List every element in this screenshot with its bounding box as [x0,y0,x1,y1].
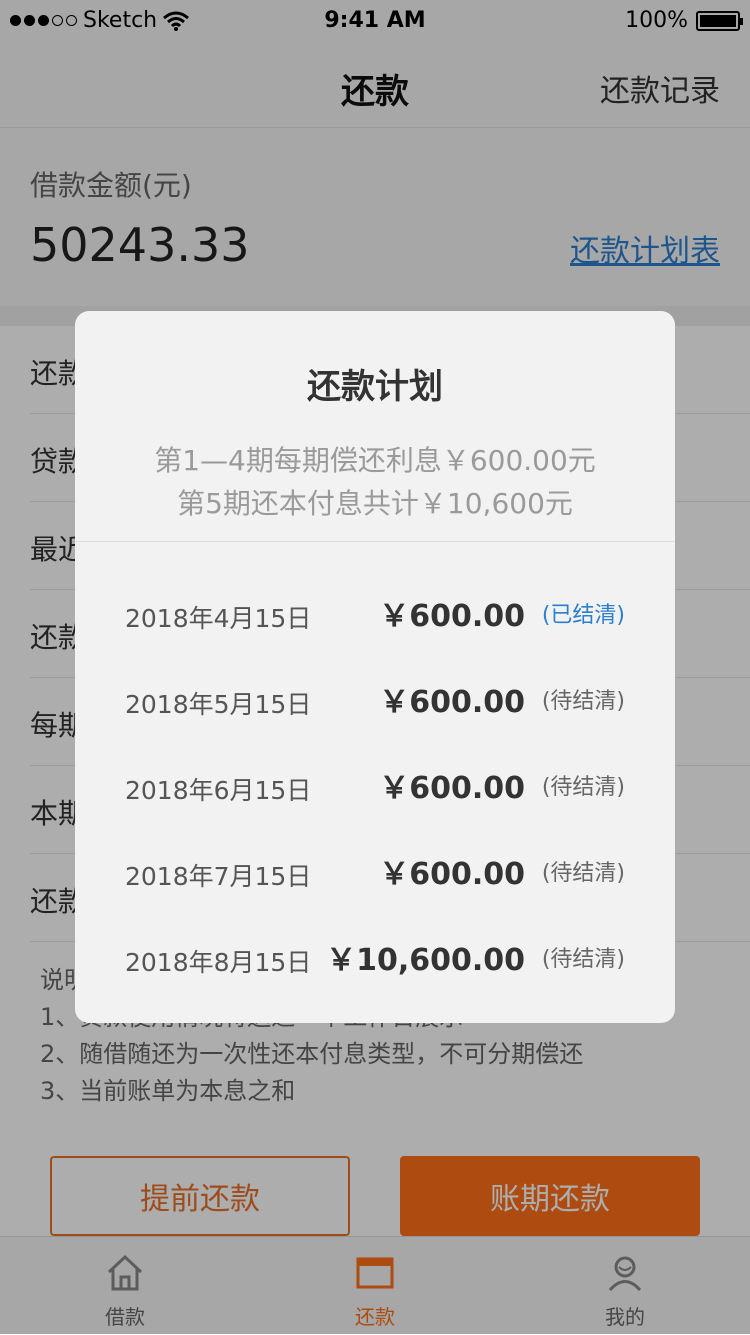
payment-status: (待结清) [541,689,625,714]
payment-amount: ￥600.00 [379,857,525,892]
payment-date: 2018年4月15日 [125,604,312,633]
payment-amount: ￥10,600.00 [326,943,525,978]
payment-date: 2018年8月15日 [125,948,312,977]
payment-amount: ￥600.00 [379,771,525,806]
payment-row: 2018年6月15日 ￥600.00 (待结清) [125,763,625,807]
payment-date: 2018年5月15日 [125,690,312,719]
payment-amount: ￥600.00 [379,685,525,720]
payment-date: 2018年6月15日 [125,776,312,805]
modal-title: 还款计划 [307,367,443,407]
modal-subtitle-line2: 第5期还本付息共计￥10,600元 [177,487,573,520]
payment-date: 2018年7月15日 [125,862,312,891]
payment-row: 2018年5月15日 ￥600.00 (待结清) [125,677,625,721]
repayment-plan-modal: 还款计划 第1—4期每期偿还利息￥600.00元 第5期还本付息共计￥10,60… [75,311,675,1023]
payment-status: (已结清) [541,603,625,628]
payment-amount: ￥600.00 [379,599,525,634]
payment-status: (待结清) [541,947,625,972]
payment-row: 2018年7月15日 ￥600.00 (待结清) [125,849,625,893]
payment-status: (待结清) [541,861,625,886]
modal-subtitle-line1: 第1—4期每期偿还利息￥600.00元 [154,444,596,477]
payment-row: 2018年8月15日 ￥10,600.00 (待结清) [125,935,625,979]
payment-status: (待结清) [541,775,625,800]
payment-row: 2018年4月15日 ￥600.00 (已结清) [125,591,625,635]
divider [75,541,675,542]
